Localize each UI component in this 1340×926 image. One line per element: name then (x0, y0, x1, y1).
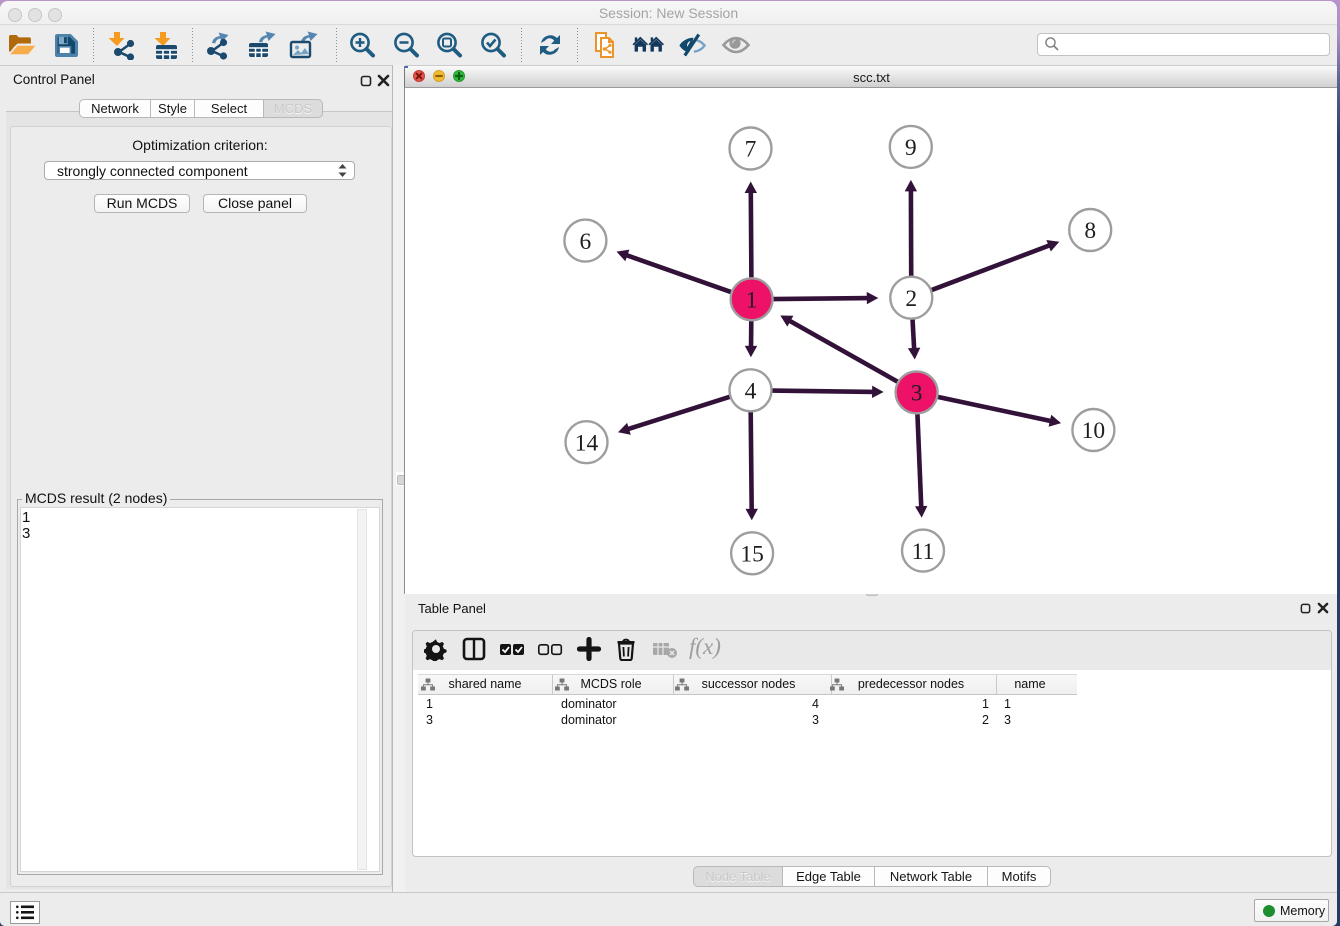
svg-text:4: 4 (745, 379, 757, 405)
svg-text:11: 11 (912, 539, 935, 565)
svg-text:2: 2 (905, 286, 917, 312)
svg-text:10: 10 (1082, 418, 1106, 444)
svg-text:7: 7 (745, 137, 757, 163)
svg-text:6: 6 (580, 229, 592, 255)
svg-text:3: 3 (911, 381, 923, 407)
svg-text:15: 15 (740, 542, 764, 568)
svg-text:14: 14 (575, 430, 599, 456)
svg-text:1: 1 (746, 288, 758, 314)
svg-text:9: 9 (905, 135, 917, 161)
svg-text:8: 8 (1084, 218, 1096, 244)
